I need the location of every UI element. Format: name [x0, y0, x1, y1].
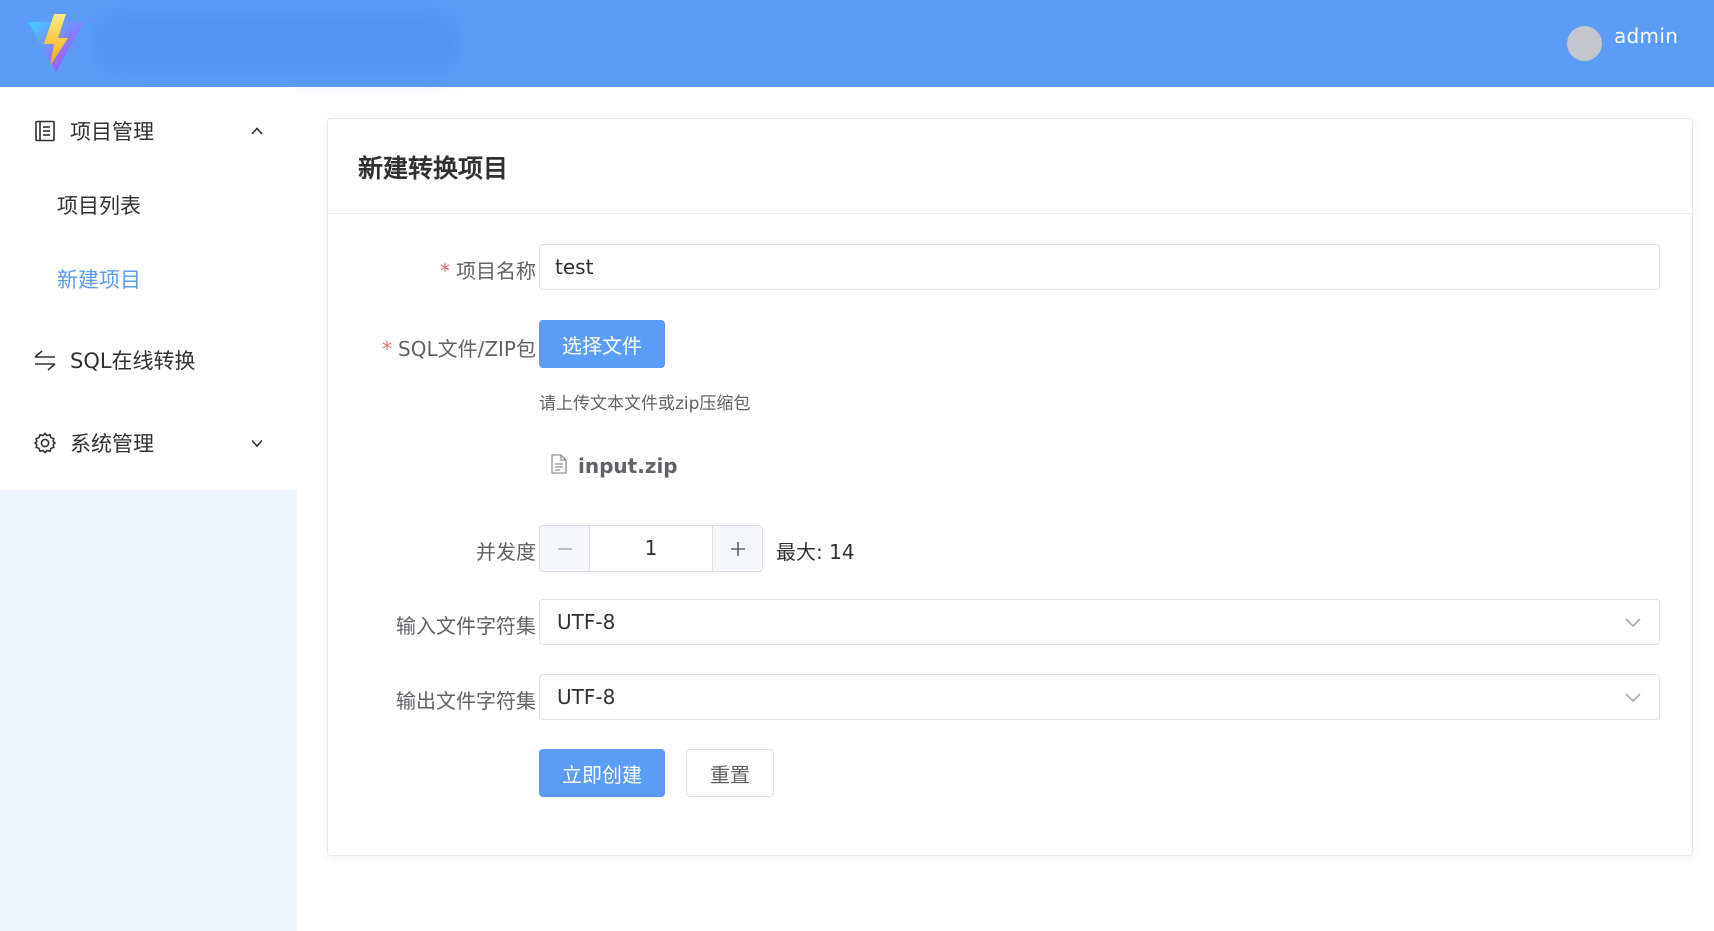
top-header: admin — [0, 0, 1714, 87]
file-name: input.zip — [578, 454, 678, 478]
upload-label: * SQL文件/ZIP包 — [382, 333, 536, 362]
sidebar-item-system-management[interactable]: 系统管理 — [0, 415, 297, 471]
blurred-app-title — [92, 10, 462, 74]
required-mark: * — [382, 337, 393, 361]
project-name-label: * 项目名称 — [440, 255, 536, 284]
input-charset-select[interactable]: UTF-8 — [539, 599, 1660, 645]
concurrency-input[interactable]: 1 — [589, 526, 713, 571]
file-icon — [550, 454, 568, 478]
sidebar-item-sql-convert[interactable]: SQL在线转换 — [0, 332, 297, 388]
project-name-input[interactable]: test — [539, 244, 1660, 290]
upload-tip: 请上传文本文件或zip压缩包 — [539, 394, 751, 414]
uploaded-file-item[interactable]: input.zip — [550, 451, 678, 481]
output-charset-label: 输出文件字符集 — [396, 689, 536, 713]
gear-icon — [33, 431, 57, 455]
select-value: UTF-8 — [557, 685, 616, 709]
create-now-button[interactable]: 立即创建 — [539, 749, 665, 797]
sidebar-item-label: 项目管理 — [70, 120, 154, 144]
sidebar-subitem-label: 项目列表 — [57, 194, 141, 218]
concurrency-stepper: 1 — [539, 525, 763, 572]
new-project-card: 新建转换项目 * 项目名称 test * SQL文件/ZIP包 选择文件 请上传文本… — [327, 118, 1693, 856]
sidebar-menu: 项目管理 项目列表 新建项目 SQL在线转换 系统管理 — [0, 87, 297, 490]
decrease-button[interactable] — [540, 526, 590, 571]
output-charset-select[interactable]: UTF-8 — [539, 674, 1660, 720]
sidebar: 项目管理 项目列表 新建项目 SQL在线转换 系统管理 — [0, 87, 297, 931]
switch-arrows-icon — [33, 348, 57, 372]
document-icon — [33, 119, 57, 143]
label-text: SQL文件/ZIP包 — [398, 337, 536, 361]
page-title: 新建转换项目 — [358, 154, 509, 183]
chevron-up-icon — [246, 120, 268, 142]
input-value: test — [555, 255, 594, 279]
sidebar-item-project-management[interactable]: 项目管理 — [0, 103, 297, 159]
max-concurrency-text: 最大: 14 — [776, 540, 855, 564]
logo-icon — [24, 10, 88, 74]
sidebar-subitem-label: 新建项目 — [57, 268, 141, 292]
select-value: UTF-8 — [557, 610, 616, 634]
chevron-down-icon — [246, 432, 268, 454]
reset-button[interactable]: 重置 — [686, 749, 774, 797]
sidebar-subitem-new-project[interactable]: 新建项目 — [0, 251, 297, 307]
choose-file-button[interactable]: 选择文件 — [539, 320, 665, 368]
label-text: 项目名称 — [456, 259, 536, 283]
sidebar-item-label: 系统管理 — [70, 432, 154, 456]
sidebar-subitem-project-list[interactable]: 项目列表 — [0, 177, 297, 233]
sidebar-item-label: SQL在线转换 — [70, 349, 196, 373]
avatar[interactable] — [1567, 26, 1602, 61]
required-mark: * — [440, 259, 450, 283]
input-charset-label: 输入文件字符集 — [396, 614, 536, 638]
concurrency-label: 并发度 — [476, 540, 536, 564]
card-header: 新建转换项目 — [328, 119, 1692, 214]
chevron-down-icon — [1623, 612, 1643, 632]
chevron-down-icon — [1623, 687, 1643, 707]
increase-button[interactable] — [712, 526, 762, 571]
username[interactable]: admin — [1614, 20, 1678, 52]
